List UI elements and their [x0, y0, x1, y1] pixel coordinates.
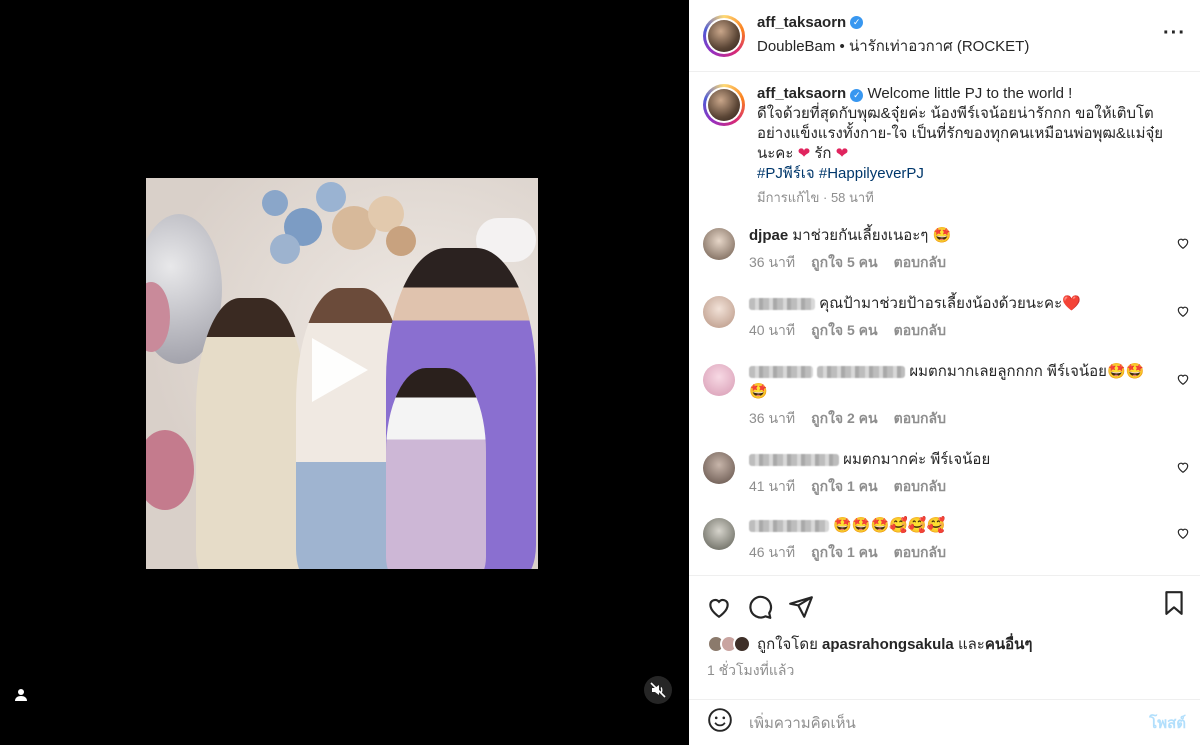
comment-likes[interactable]: ถูกใจ 1 คน: [811, 542, 878, 564]
comment-heart-icon[interactable]: [1176, 304, 1190, 318]
likes-joiner: และ: [957, 636, 985, 653]
comment-text: มาช่วยกันเลี้ยงเนอะๆ 🤩: [792, 227, 952, 244]
post-side-panel: aff_taksaorn ✓ DoubleBam • น่ารักเท่าอวก…: [689, 0, 1200, 745]
balloon: [262, 190, 288, 216]
blurred-username: [749, 298, 815, 311]
likes-others-link[interactable]: คนอื่นๆ: [985, 632, 1033, 656]
post-comment-button[interactable]: โพสต์: [1149, 711, 1186, 735]
bookmark-icon[interactable]: [1162, 590, 1186, 621]
reply-button[interactable]: ตอบกลับ: [894, 408, 946, 430]
add-comment-bar: เพิ่มความคิดเห็น โพสต์: [689, 699, 1200, 745]
reply-button[interactable]: ตอบกลับ: [894, 476, 946, 498]
comment-time[interactable]: 36 นาที: [749, 408, 795, 430]
balloon: [386, 226, 416, 256]
comment-likes[interactable]: ถูกใจ 5 คน: [811, 252, 878, 274]
comment-heart-icon[interactable]: [1176, 526, 1190, 540]
blurred-username: [817, 366, 906, 379]
liker-avatars[interactable]: [707, 635, 751, 653]
red-heart-icon: ❤: [835, 145, 849, 162]
comment-text: คุณป้ามาช่วยป้าอรเลี้ยงน้องด้วยนะคะ❤️: [819, 295, 1081, 312]
commenter-avatar[interactable]: [703, 296, 735, 328]
post-caption: aff_taksaorn ✓ Welcome little PJ to the …: [689, 72, 1200, 208]
author-username-text[interactable]: aff_taksaorn: [757, 14, 846, 31]
caption-meta: มีการแก้ไข · 58 นาที: [757, 190, 874, 205]
red-heart-icon: ❤: [797, 145, 811, 162]
comment-time[interactable]: 40 นาที: [749, 320, 795, 342]
comment-text: ผมตกมากค่ะ พีร์เจน้อย: [843, 451, 991, 468]
media-pane: [0, 0, 689, 745]
comment-item: djpae มาช่วยกันเลี้ยงเนอะๆ 🤩 36 นาที ถูกใ…: [689, 226, 1200, 274]
comment-item: ผมตกมากเลยลูกกกก พีร์เจน้อย🤩🤩🤩 36 นาที ถู…: [689, 362, 1200, 430]
comment-likes[interactable]: ถูกใจ 5 คน: [811, 320, 878, 342]
play-icon[interactable]: [312, 338, 368, 402]
author-username[interactable]: aff_taksaorn ✓: [757, 14, 864, 31]
post-header: aff_taksaorn ✓ DoubleBam • น่ารักเท่าอวก…: [689, 0, 1200, 72]
comment-heart-icon[interactable]: [1176, 236, 1190, 250]
comment-text: 🤩🤩🤩🥰🥰🥰: [833, 517, 946, 534]
comment-likes[interactable]: ถูกใจ 1 คน: [811, 476, 878, 498]
reply-button[interactable]: ตอบกลับ: [894, 320, 946, 342]
comments-list[interactable]: aff_taksaorn ✓ Welcome little PJ to the …: [689, 72, 1200, 575]
commenter-avatar[interactable]: [703, 452, 735, 484]
mute-icon[interactable]: [644, 676, 672, 704]
action-icons-row: [689, 576, 1200, 626]
commenter-avatar[interactable]: [703, 228, 735, 260]
comment-item: ผมตกมากค่ะ พีร์เจน้อย 41 นาที ถูกใจ 1 คน ต…: [689, 450, 1200, 498]
verified-badge-icon: ✓: [850, 15, 864, 29]
author-avatar[interactable]: [703, 14, 745, 57]
commenter-avatar[interactable]: [703, 364, 735, 396]
comment-item: 🤩🤩🤩🥰🥰🥰 46 นาที ถูกใจ 1 คน ตอบกลับ: [689, 516, 1200, 564]
blurred-username: [749, 366, 813, 379]
comment-likes[interactable]: ถูกใจ 2 คน: [811, 408, 878, 430]
reply-button[interactable]: ตอบกลับ: [894, 252, 946, 274]
comment-heart-icon[interactable]: [1176, 460, 1190, 474]
comment-item: คุณป้ามาช่วยป้าอรเลี้ยงน้องด้วยนะคะ❤️ 40…: [689, 294, 1200, 342]
caption-love-word: รัก: [814, 145, 832, 162]
blurred-username: [749, 520, 829, 533]
caption-username[interactable]: aff_taksaorn: [757, 85, 846, 102]
user-tag-icon[interactable]: [10, 684, 32, 706]
comment-heart-icon[interactable]: [1176, 372, 1190, 386]
post-time[interactable]: 1 ชั่วโมงที่แล้ว: [689, 656, 1200, 686]
audio-location-line[interactable]: DoubleBam • น่ารักเท่าอวกาศ (ROCKET): [757, 34, 1029, 58]
more-options-icon[interactable]: ···: [1163, 22, 1186, 45]
post-actions-section: ถูกใจโดย apasrahongsakula และ คนอื่นๆ 1 ช…: [689, 575, 1200, 745]
liker-username[interactable]: apasrahongsakula: [822, 636, 954, 653]
comment-icon[interactable]: [746, 593, 774, 621]
caption-line1: Welcome little PJ to the world !: [867, 85, 1073, 102]
send-icon[interactable]: [787, 593, 815, 621]
commenter-avatar[interactable]: [703, 518, 735, 550]
comment-time[interactable]: 46 นาที: [749, 542, 795, 564]
likes-summary: ถูกใจโดย apasrahongsakula และ คนอื่นๆ: [689, 626, 1200, 656]
commenter-username[interactable]: djpae: [749, 227, 788, 244]
balloon: [316, 182, 346, 212]
blurred-username: [749, 454, 839, 467]
verified-badge-icon: ✓: [850, 88, 864, 102]
likes-prefix: ถูกใจโดย: [757, 636, 818, 653]
emoji-icon[interactable]: [707, 707, 733, 738]
comment-time[interactable]: 41 นาที: [749, 476, 795, 498]
person-left: [196, 298, 306, 569]
caption-hashtags[interactable]: #PJพีร์เจ #HappilyeverPJ: [757, 165, 924, 182]
person-child: [386, 368, 486, 569]
caption-author-avatar[interactable]: [703, 84, 745, 126]
comment-time[interactable]: 36 นาที: [749, 252, 795, 274]
heart-icon[interactable]: [705, 593, 733, 621]
balloon: [270, 234, 300, 264]
comment-input[interactable]: เพิ่มความคิดเห็น: [749, 711, 1149, 735]
reply-button[interactable]: ตอบกลับ: [894, 542, 946, 564]
